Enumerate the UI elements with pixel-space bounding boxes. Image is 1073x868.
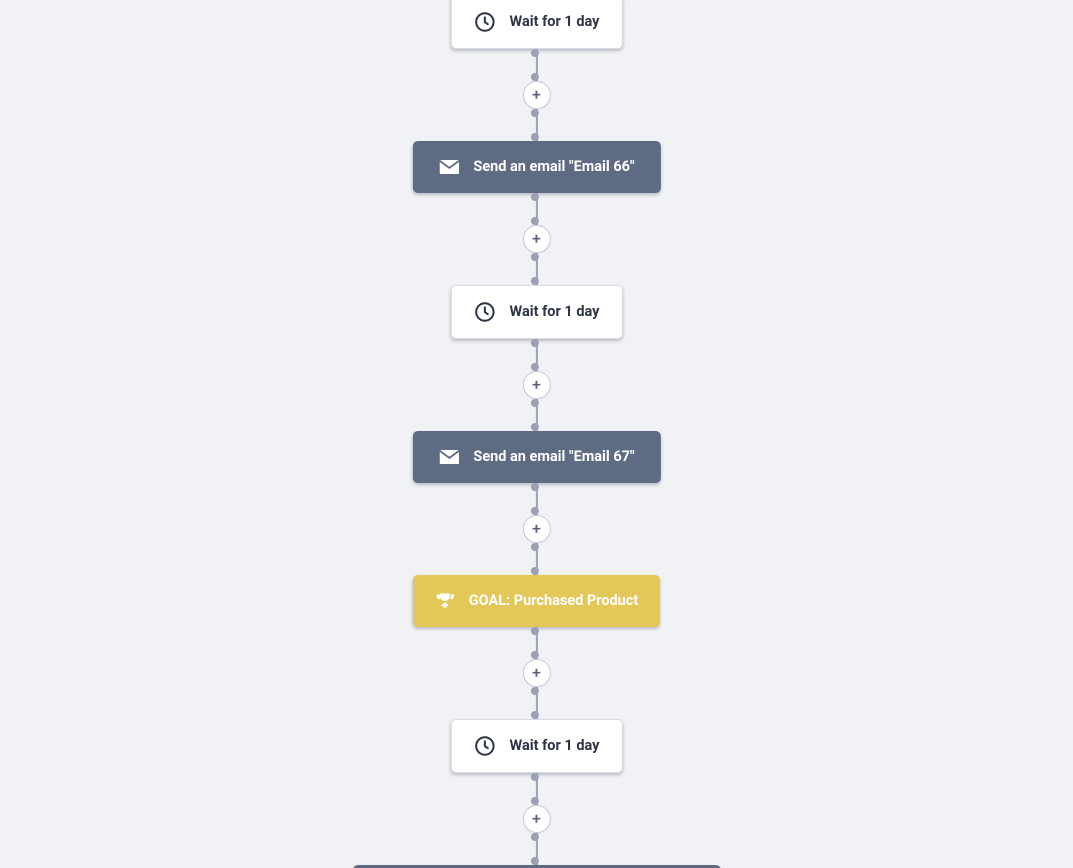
workflow-flow: Wait for 1 day + Send an email "Email 66… — [352, 0, 720, 868]
connector — [536, 339, 538, 371]
wait-step-3[interactable]: Wait for 1 day — [451, 719, 623, 773]
add-step-button[interactable]: + — [523, 81, 551, 109]
wait-step-1[interactable]: Wait for 1 day — [451, 0, 623, 49]
plus-icon: + — [532, 87, 541, 103]
add-step-button[interactable]: + — [523, 659, 551, 687]
clock-icon — [474, 11, 496, 33]
connector — [536, 483, 538, 515]
add-step-button[interactable]: + — [523, 225, 551, 253]
plus-icon: + — [532, 231, 541, 247]
connector — [536, 253, 538, 285]
envelope-icon — [438, 159, 459, 175]
connector — [536, 833, 538, 865]
add-step-button[interactable]: + — [523, 805, 551, 833]
wait-step-label: Wait for 1 day — [510, 739, 600, 754]
clock-icon — [474, 735, 496, 757]
connector — [536, 49, 538, 81]
connector — [536, 399, 538, 431]
plus-icon: + — [532, 521, 541, 537]
wait-step-2[interactable]: Wait for 1 day — [451, 285, 623, 339]
connector — [536, 773, 538, 805]
envelope-icon — [438, 449, 459, 465]
plus-icon: + — [532, 665, 541, 681]
wait-step-label: Wait for 1 day — [510, 305, 600, 320]
plus-icon: + — [532, 811, 541, 827]
add-step-button[interactable]: + — [523, 515, 551, 543]
goal-step-label: GOAL: Purchased Product — [469, 594, 639, 609]
action-step-label: Send an email "Email 67" — [473, 450, 634, 465]
connector — [536, 109, 538, 141]
add-step-button[interactable]: + — [523, 371, 551, 399]
trophy-icon — [435, 591, 455, 611]
workflow-canvas[interactable]: Wait for 1 day + Send an email "Email 66… — [0, 0, 1073, 868]
connector — [536, 543, 538, 575]
goal-step[interactable]: GOAL: Purchased Product — [413, 575, 661, 627]
connector — [536, 627, 538, 659]
send-email-step-2[interactable]: Send an email "Email 67" — [412, 431, 660, 483]
wait-step-label: Wait for 1 day — [510, 15, 600, 30]
send-email-step-1[interactable]: Send an email "Email 66" — [412, 141, 660, 193]
action-step-label: Send an email "Email 66" — [473, 160, 634, 175]
clock-icon — [474, 301, 496, 323]
connector — [536, 687, 538, 719]
connector — [536, 193, 538, 225]
plus-icon: + — [532, 377, 541, 393]
